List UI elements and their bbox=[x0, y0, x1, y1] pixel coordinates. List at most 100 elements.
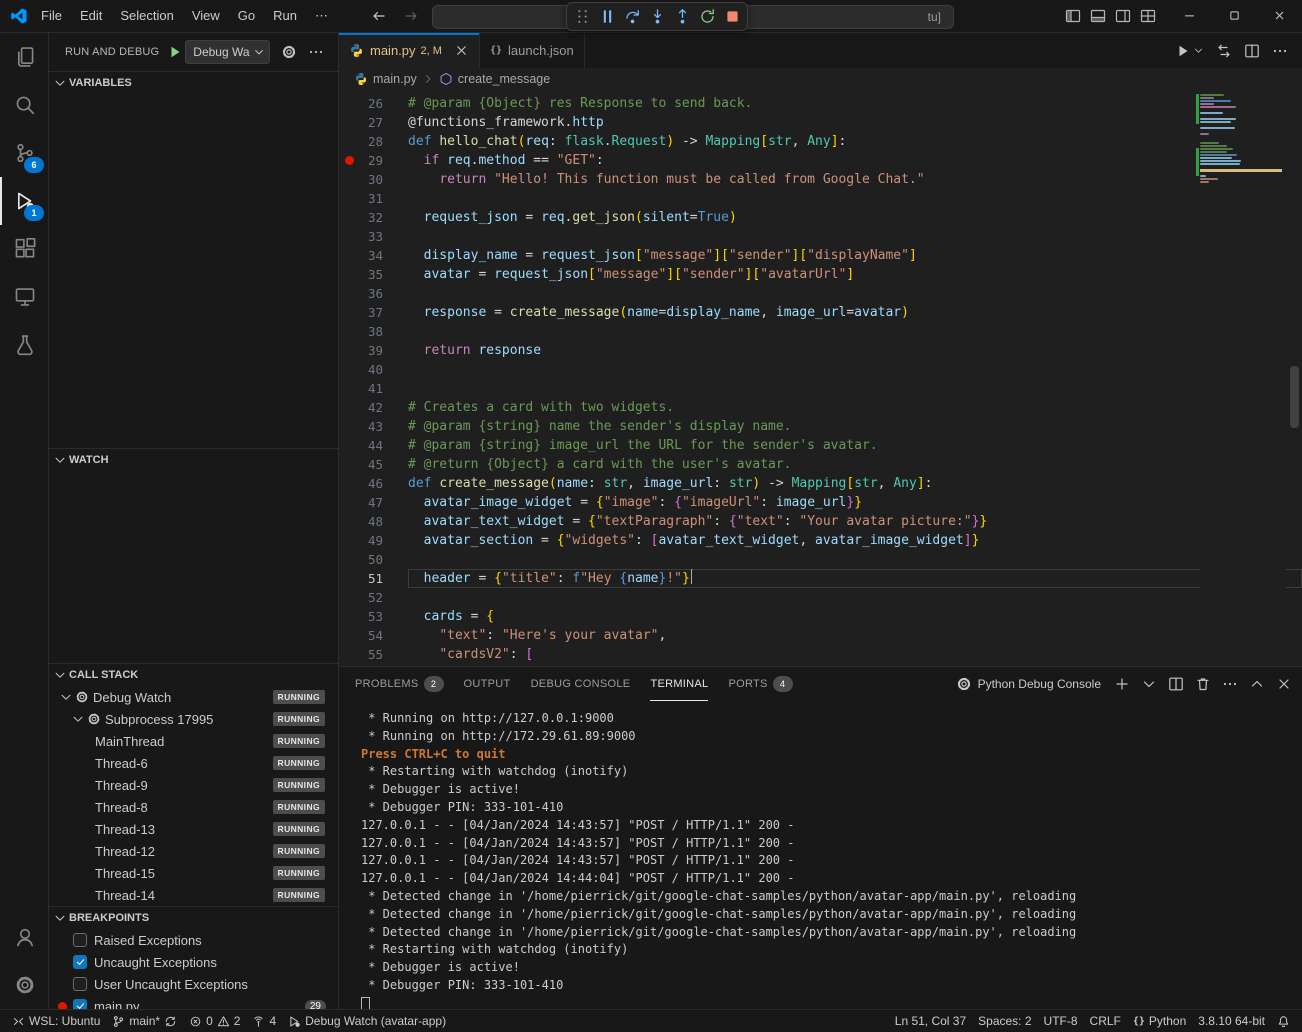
breakpoint-slot[interactable] bbox=[339, 588, 362, 607]
breakpoint-slot[interactable] bbox=[339, 569, 362, 588]
breakpoint-slot[interactable] bbox=[339, 170, 362, 189]
open-changes-button[interactable] bbox=[1216, 43, 1232, 59]
language-mode[interactable]: {}Python bbox=[1127, 1010, 1192, 1032]
toggle-panel-button[interactable] bbox=[1090, 8, 1106, 24]
close-window-button[interactable] bbox=[1257, 0, 1302, 31]
toggle-secondary-sidebar-button[interactable] bbox=[1115, 8, 1131, 24]
new-terminal-button[interactable] bbox=[1114, 676, 1130, 692]
split-terminal-button[interactable] bbox=[1168, 676, 1184, 692]
go-back-button-icon[interactable] bbox=[371, 8, 387, 24]
menu-go[interactable]: Go bbox=[229, 5, 264, 27]
toggle-primary-sidebar-button[interactable] bbox=[1065, 8, 1081, 24]
breakpoint-checkbox[interactable] bbox=[73, 933, 87, 947]
breakpoint-slot[interactable] bbox=[339, 189, 362, 208]
breakpoint-item[interactable]: Uncaught Exceptions bbox=[49, 951, 338, 973]
run-options-dropdown[interactable] bbox=[1193, 45, 1204, 56]
debug-status[interactable]: Debug Watch (avatar-app) bbox=[282, 1010, 452, 1032]
breakpoints-section-header[interactable]: BREAKPOINTS bbox=[49, 907, 338, 929]
call-stack-section-header[interactable]: CALL STACK bbox=[49, 664, 338, 686]
activity-explorer[interactable] bbox=[0, 33, 48, 81]
customize-layout-button[interactable] bbox=[1140, 8, 1156, 24]
breakpoint-slot[interactable] bbox=[339, 645, 362, 664]
activity-source-control[interactable]: 6 bbox=[0, 129, 48, 177]
breakpoint-slot[interactable] bbox=[339, 417, 362, 436]
breadcrumb-item[interactable]: main.py bbox=[354, 72, 417, 86]
restart-button[interactable] bbox=[696, 6, 718, 28]
activity-run-and-debug[interactable]: 1 bbox=[0, 177, 48, 225]
breakpoint-slot[interactable] bbox=[339, 493, 362, 512]
activity-accounts[interactable] bbox=[0, 913, 48, 961]
breakpoint-slot[interactable] bbox=[339, 284, 362, 303]
callstack-item[interactable]: Subprocess 17995RUNNING bbox=[49, 708, 338, 730]
notifications[interactable] bbox=[1271, 1010, 1296, 1032]
close-tab-button[interactable] bbox=[454, 43, 469, 58]
menu-run[interactable]: Run bbox=[264, 5, 306, 27]
breakpoint-slot[interactable] bbox=[339, 246, 362, 265]
callstack-item[interactable]: Thread-6RUNNING bbox=[49, 752, 338, 774]
callstack-item[interactable]: Thread-8RUNNING bbox=[49, 796, 338, 818]
go-forward-button-icon[interactable] bbox=[403, 8, 419, 24]
callstack-item[interactable]: Thread-12RUNNING bbox=[49, 840, 338, 862]
step-into-button[interactable] bbox=[646, 6, 668, 28]
breakpoint-slot[interactable] bbox=[339, 474, 362, 493]
breakpoint-slot[interactable] bbox=[339, 531, 362, 550]
activity-testing[interactable] bbox=[0, 321, 48, 369]
panel-tab-output[interactable]: OUTPUT bbox=[464, 667, 511, 701]
tab-launch-json[interactable]: {}launch.json bbox=[480, 33, 585, 68]
tab-main-py[interactable]: main.py2, M bbox=[339, 33, 480, 68]
indentation[interactable]: Spaces: 2 bbox=[972, 1010, 1037, 1032]
maximize-button[interactable] bbox=[1212, 0, 1257, 31]
forwarded-ports[interactable]: 4 bbox=[246, 1010, 282, 1032]
sidebar-more-actions-button[interactable] bbox=[308, 44, 324, 60]
terminal-selector[interactable]: Python Debug Console bbox=[956, 676, 1101, 692]
remote-indicator[interactable]: WSL: Ubuntu bbox=[6, 1010, 106, 1032]
cursor-position[interactable]: Ln 51, Col 37 bbox=[889, 1010, 972, 1032]
panel-tab-problems[interactable]: PROBLEMS2 bbox=[355, 667, 444, 701]
breakpoint-slot[interactable] bbox=[339, 398, 362, 417]
panel-more-actions-button[interactable] bbox=[1222, 676, 1238, 692]
terminal-launch-dropdown[interactable] bbox=[1141, 676, 1157, 692]
breakpoint-slot[interactable] bbox=[339, 94, 362, 113]
breakpoint-item[interactable]: User Uncaught Exceptions bbox=[49, 973, 338, 995]
activity-remote-explorer[interactable] bbox=[0, 273, 48, 321]
breakpoint-slot[interactable] bbox=[339, 436, 362, 455]
editor-more-actions-button[interactable] bbox=[1272, 43, 1288, 59]
debug-toolbar-drag-handle[interactable] bbox=[571, 6, 593, 28]
problems-status[interactable]: 02 bbox=[183, 1010, 246, 1032]
breakpoint-slot[interactable] bbox=[339, 208, 362, 227]
run-python-file-button[interactable] bbox=[1175, 43, 1191, 59]
menu-view[interactable]: View bbox=[183, 5, 229, 27]
minimap[interactable] bbox=[1200, 90, 1286, 666]
activity-extensions[interactable] bbox=[0, 225, 48, 273]
breakpoint-slot[interactable] bbox=[339, 360, 362, 379]
split-editor-button[interactable] bbox=[1244, 43, 1260, 59]
panel-tab-terminal[interactable]: TERMINAL bbox=[650, 667, 708, 701]
variables-section-header[interactable]: VARIABLES bbox=[49, 72, 338, 94]
panel-tab-debug-console[interactable]: DEBUG CONSOLE bbox=[531, 667, 631, 701]
activity-search[interactable] bbox=[0, 81, 48, 129]
debug-config-select[interactable]: Debug Wa bbox=[185, 40, 269, 64]
breakpoint-slot[interactable] bbox=[339, 626, 362, 645]
breakpoint-glyph[interactable] bbox=[339, 151, 362, 170]
maximize-panel-button[interactable] bbox=[1249, 676, 1265, 692]
callstack-item[interactable]: Thread-14RUNNING bbox=[49, 884, 338, 906]
breakpoint-slot[interactable] bbox=[339, 132, 362, 151]
callstack-item[interactable]: Debug WatchRUNNING bbox=[49, 686, 338, 708]
pause-button[interactable] bbox=[596, 6, 618, 28]
breakpoint-slot[interactable] bbox=[339, 303, 362, 322]
callstack-item[interactable]: MainThreadRUNNING bbox=[49, 730, 338, 752]
breakpoint-slot[interactable] bbox=[339, 512, 362, 531]
menu-edit[interactable]: Edit bbox=[71, 5, 111, 27]
minimize-button[interactable] bbox=[1167, 0, 1212, 31]
breakpoint-slot[interactable] bbox=[339, 227, 362, 246]
close-panel-button[interactable] bbox=[1276, 676, 1292, 692]
activity-settings[interactable] bbox=[0, 961, 48, 1009]
breakpoint-checkbox[interactable] bbox=[73, 955, 87, 969]
git-branch[interactable]: main* bbox=[106, 1010, 183, 1032]
terminal-output[interactable]: * Running on http://127.0.0.1:9000 * Run… bbox=[339, 701, 1302, 1009]
breakpoint-slot[interactable] bbox=[339, 607, 362, 626]
breakpoint-checkbox[interactable] bbox=[73, 999, 87, 1009]
breakpoint-item[interactable]: Raised Exceptions bbox=[49, 929, 338, 951]
open-launch-json-button[interactable] bbox=[281, 44, 297, 60]
breakpoint-slot[interactable] bbox=[339, 379, 362, 398]
